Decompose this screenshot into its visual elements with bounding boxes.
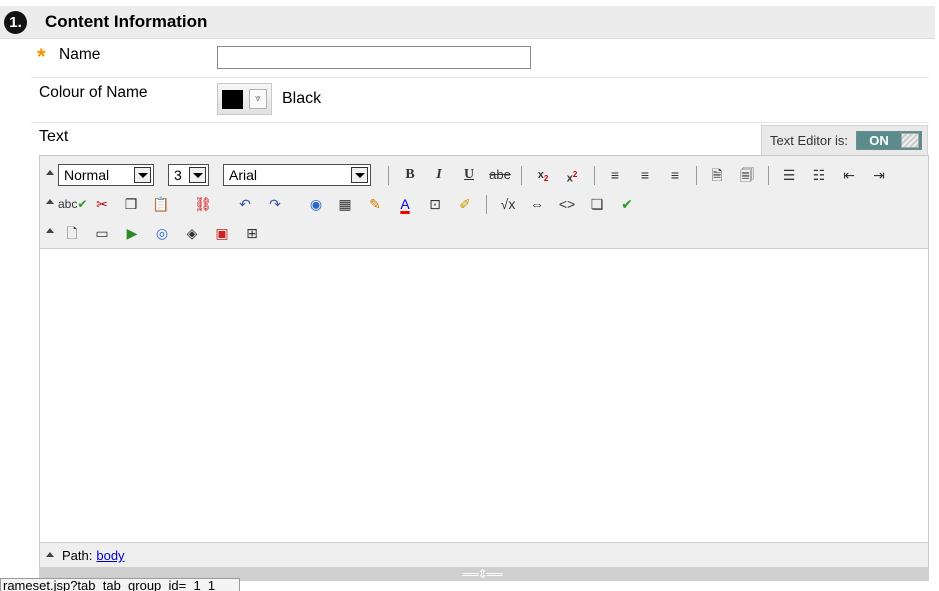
paste-word-icon[interactable]: 🗐 [736,165,758,185]
mashup-icon[interactable]: ◎ [151,223,173,243]
bold-icon[interactable]: B [399,165,421,185]
colour-value: Black [282,90,322,107]
text-color-icon[interactable]: A [394,194,416,214]
name-label: Name [59,46,101,63]
editor-content-area[interactable] [40,250,928,541]
collapse-row-icon[interactable] [46,228,54,233]
section-header: 1. Content Information [0,6,935,39]
colour-picker[interactable]: ⩔ [217,83,272,115]
indent-icon[interactable]: ⇥ [868,165,890,185]
html-icon[interactable]: ⇔ [526,194,548,214]
step-number-badge: 1. [4,11,27,34]
font-select[interactable]: Arial [223,164,371,186]
name-row: * Name [31,40,929,78]
text-editor-toggle: Text Editor is: ON [761,125,928,155]
chevron-down-icon [351,167,368,183]
toolbar-separator [696,166,697,185]
insert-table-icon[interactable]: ⊞ [241,223,263,243]
align-right-icon[interactable]: ≡ [664,165,686,185]
underline-icon[interactable]: U [458,165,480,185]
chevron-down-icon [189,167,206,183]
insert-pdf-icon[interactable]: ▣ [211,223,233,243]
path-body-link[interactable]: body [96,548,124,563]
chevron-down-icon [134,167,151,183]
unordered-list-icon[interactable]: ☷ [808,165,830,185]
ordered-list-icon[interactable]: ☰ [778,165,800,185]
code-icon[interactable]: <> [556,194,578,214]
status-url-tooltip: rameset.jsp?tab_tab_group_id=_1_1 [0,578,240,591]
toolbar-row-2: abc✔ ✂ ❐ 📋 ⛓ ↶ ↷ ◉ ▦ ✎ A ⊡ ✐ √x ⇔ <> ❏ ✔ [40,191,928,219]
align-left-icon[interactable]: ≡ [604,165,626,185]
paste-text-icon[interactable]: 🗎 [706,165,728,185]
math-icon[interactable]: √x [495,194,521,214]
table-icon[interactable]: ▦ [334,194,356,214]
path-bar: Path: body [40,542,928,567]
subscript-icon[interactable]: x2 [532,165,554,185]
toolbar-separator [486,195,487,214]
toolbar-row-3: 🗋 ▭ ▶ ◎ ◈ ▣ ⊞ [40,220,928,248]
outdent-icon[interactable]: ⇤ [838,165,860,185]
name-input[interactable] [217,46,531,69]
path-label: Path: body [62,548,125,563]
insert-image-icon[interactable]: ▭ [91,223,113,243]
insert-media-icon[interactable]: ▶ [121,223,143,243]
format-select[interactable]: Normal [58,164,154,186]
text-editor-toggle-label: Text Editor is: [770,133,849,148]
editor-toolbar: Normal 3 Arial B I U abe x2 x2 ≡ ≡ ≡ 🗎 🗐… [40,156,928,249]
toggle-state: ON [869,133,889,148]
redo-icon[interactable]: ↷ [264,194,286,214]
background-color-icon[interactable]: ✐ [454,194,476,214]
toolbar-separator [388,166,389,185]
align-center-icon[interactable]: ≡ [634,165,656,185]
size-select-value: 3 [174,167,182,183]
unlink-icon[interactable]: ⛓ [192,194,214,214]
strikethrough-icon[interactable]: abe [487,165,513,185]
copy-icon[interactable]: ❐ [120,194,142,214]
collapse-path-icon[interactable] [46,552,54,557]
toggle-knob [901,133,919,148]
insert-file-icon[interactable]: 🗋 [61,223,83,243]
text-editor-switch[interactable]: ON [856,131,922,150]
toolbar-separator [768,166,769,185]
toolbar-separator [521,166,522,185]
colour-swatch [222,90,243,109]
chevron-down-icon[interactable]: ⩔ [249,89,267,109]
undo-icon[interactable]: ↶ [234,194,256,214]
insert-link-icon[interactable]: ◉ [305,194,327,214]
size-select[interactable]: 3 [168,164,209,186]
collapse-row-icon[interactable] [46,199,54,204]
italic-icon[interactable]: I [428,165,450,185]
check-icon[interactable]: ✔ [616,194,638,214]
paste-icon[interactable]: 📋 [150,194,172,214]
rich-text-editor: Normal 3 Arial B I U abe x2 x2 ≡ ≡ ≡ 🗎 🗐… [39,155,929,567]
insert-symbol-icon[interactable]: ⊡ [424,194,446,214]
toolbar-row-1: Normal 3 Arial B I U abe x2 x2 ≡ ≡ ≡ 🗎 🗐… [40,162,928,190]
cut-icon[interactable]: ✂ [91,194,113,214]
required-star-icon: * [37,44,46,69]
font-select-value: Arial [229,167,258,183]
text-label: Text [39,128,69,145]
format-select-value: Normal [64,167,110,183]
insert-flash-icon[interactable]: ◈ [181,223,203,243]
colour-label: Colour of Name [39,84,148,101]
superscript-icon[interactable]: x2 [561,165,583,185]
spellcheck-icon[interactable]: abc✔ [58,194,87,214]
highlight-pen-icon[interactable]: ✎ [364,194,386,214]
collapse-row-icon[interactable] [46,170,54,175]
colour-row: Colour of Name ⩔ Black [31,79,929,123]
toolbar-separator [594,166,595,185]
section-title: Content Information [45,12,208,31]
resize-handle-icon[interactable]: ══⇕══ [443,568,521,580]
preview-icon[interactable]: ❏ [586,194,608,214]
